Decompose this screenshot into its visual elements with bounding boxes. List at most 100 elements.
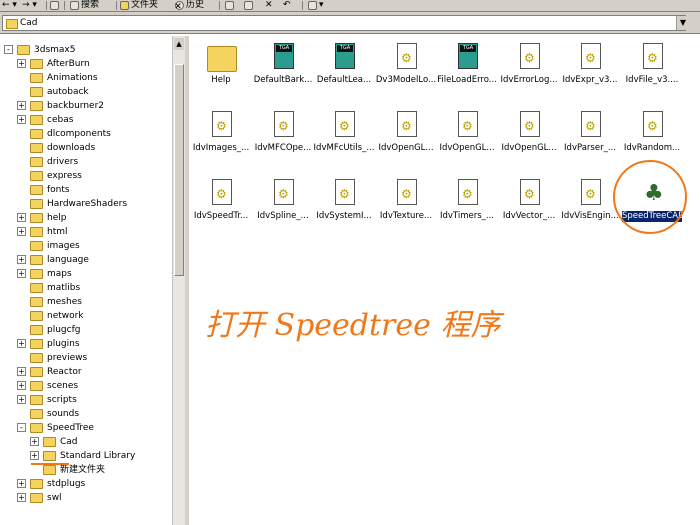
file-item[interactable]: ⚙ IdvParser_... bbox=[558, 108, 622, 170]
folder-icon bbox=[30, 73, 43, 83]
tree-item-label: SpeedTree bbox=[47, 423, 94, 433]
file-item[interactable]: Help bbox=[189, 40, 253, 102]
delete-button[interactable]: ✕ bbox=[265, 0, 273, 11]
tree-item-label: Standard Library bbox=[60, 451, 136, 461]
tree-item[interactable]: autoback bbox=[0, 85, 172, 99]
file-item[interactable]: ⚙ IdvErrorLog... bbox=[497, 40, 561, 102]
tree-item[interactable]: previews bbox=[0, 351, 172, 365]
tree-item[interactable]: express bbox=[0, 169, 172, 183]
tree-item[interactable]: + Cad bbox=[0, 435, 172, 449]
collapse-icon[interactable]: - bbox=[4, 45, 13, 54]
tree-pane-header: ✕ bbox=[0, 0, 185, 15]
tree-item[interactable]: network bbox=[0, 309, 172, 323]
tree-scrollbar[interactable]: ▲ bbox=[172, 36, 185, 525]
file-item[interactable]: ⚙ IdvSpeedTr... bbox=[189, 176, 253, 238]
tree-item[interactable]: + help bbox=[0, 211, 172, 225]
tree-item[interactable]: + stdplugs bbox=[0, 477, 172, 491]
tree-item[interactable]: drivers bbox=[0, 155, 172, 169]
tree-item-label: html bbox=[47, 227, 68, 237]
file-item[interactable]: ⚙ IdvSystemI... bbox=[312, 176, 376, 238]
tree-item[interactable]: fonts bbox=[0, 183, 172, 197]
dll-file-icon: ⚙ bbox=[332, 179, 358, 209]
tree-item[interactable]: dlcomponents bbox=[0, 127, 172, 141]
file-item[interactable]: TGA DefaultLea... bbox=[312, 40, 376, 102]
expand-icon[interactable]: + bbox=[17, 395, 26, 404]
views-button[interactable]: ▾ bbox=[308, 0, 324, 11]
expand-icon[interactable]: + bbox=[30, 451, 39, 460]
file-item[interactable]: ⚙ Dv3ModelLo... bbox=[374, 40, 438, 102]
expand-icon[interactable]: + bbox=[17, 269, 26, 278]
undo-button[interactable]: ↶ bbox=[283, 0, 291, 11]
file-item[interactable]: ⚙ IdvImages_... bbox=[189, 108, 253, 170]
address-field[interactable]: Cad ▼ bbox=[2, 15, 689, 31]
tree-item-label: plugcfg bbox=[47, 325, 81, 335]
file-item[interactable]: TGA FileLoadErro... bbox=[435, 40, 499, 102]
expand-icon[interactable]: + bbox=[17, 101, 26, 110]
tree-item-label: autoback bbox=[47, 87, 89, 97]
file-item[interactable]: ⚙ IdvSpline_... bbox=[251, 176, 315, 238]
file-item[interactable]: ⚙ IdvOpenGL... bbox=[435, 108, 499, 170]
tree-item[interactable]: + AfterBurn bbox=[0, 57, 172, 71]
file-item[interactable]: ⚙ IdvFile_v3.... bbox=[620, 40, 684, 102]
expand-icon[interactable]: + bbox=[30, 437, 39, 446]
expand-icon[interactable]: + bbox=[17, 115, 26, 124]
file-item[interactable]: ⚙ IdvExpr_v3... bbox=[558, 40, 622, 102]
expand-icon[interactable]: + bbox=[17, 227, 26, 236]
tree-item[interactable]: Animations bbox=[0, 71, 172, 85]
expand-icon[interactable]: + bbox=[17, 339, 26, 348]
expand-icon[interactable]: + bbox=[17, 59, 26, 68]
collapse-icon[interactable]: - bbox=[17, 423, 26, 432]
tree-item[interactable]: - SpeedTree bbox=[0, 421, 172, 435]
tree-item[interactable]: + html bbox=[0, 225, 172, 239]
tree-item[interactable]: downloads bbox=[0, 141, 172, 155]
file-item[interactable]: ⚙ IdvMFCOpe... bbox=[251, 108, 315, 170]
expand-icon[interactable]: + bbox=[17, 381, 26, 390]
move-to-button[interactable] bbox=[225, 0, 236, 11]
tree-item[interactable]: - 3dsmax5 bbox=[0, 43, 172, 57]
scroll-thumb[interactable] bbox=[174, 64, 184, 276]
file-item[interactable]: ⚙ IdvTexture... bbox=[374, 176, 438, 238]
tree-item[interactable]: + swl bbox=[0, 491, 172, 505]
address-dropdown-button[interactable]: ▼ bbox=[676, 16, 689, 30]
folder-icon bbox=[30, 157, 43, 167]
file-item[interactable]: ⚙ IdvVisEngin... bbox=[558, 176, 622, 238]
file-name: Help bbox=[211, 75, 231, 85]
folder-icon bbox=[30, 185, 43, 195]
tree-item[interactable]: + plugins bbox=[0, 337, 172, 351]
tree-item[interactable]: HardwareShaders bbox=[0, 197, 172, 211]
tree-item[interactable]: images bbox=[0, 239, 172, 253]
tree-item[interactable]: + Standard Library bbox=[0, 449, 172, 463]
expand-icon[interactable]: + bbox=[17, 255, 26, 264]
expand-icon[interactable]: + bbox=[17, 479, 26, 488]
expand-icon[interactable]: + bbox=[17, 493, 26, 502]
tree-item[interactable]: sounds bbox=[0, 407, 172, 421]
annotation-circle bbox=[613, 160, 687, 234]
file-item[interactable]: ⚙ IdvTimers_... bbox=[435, 176, 499, 238]
file-item[interactable]: ⚙ IdvVector_... bbox=[497, 176, 561, 238]
tree-item[interactable]: + cebas bbox=[0, 113, 172, 127]
close-pane-button[interactable]: ✕ bbox=[173, 2, 183, 12]
tree-item[interactable]: + maps bbox=[0, 267, 172, 281]
dll-file-icon: ⚙ bbox=[394, 179, 420, 209]
file-item[interactable]: ⚙ IdvMFcUtils_... bbox=[312, 108, 376, 170]
file-item[interactable]: ⚙ IdvOpenGL... bbox=[497, 108, 561, 170]
scroll-up-icon[interactable]: ▲ bbox=[174, 38, 184, 50]
tree-item[interactable]: matlibs bbox=[0, 281, 172, 295]
file-item[interactable]: TGA DefaultBark... bbox=[251, 40, 315, 102]
tree-item[interactable]: + language bbox=[0, 253, 172, 267]
tree-item[interactable]: + scenes bbox=[0, 379, 172, 393]
tree-item[interactable]: 新建文件夹 bbox=[0, 463, 172, 477]
tree-item[interactable]: + backburner2 bbox=[0, 99, 172, 113]
folder-icon bbox=[30, 325, 43, 335]
tree-item[interactable]: + Reactor bbox=[0, 365, 172, 379]
folder-icon bbox=[43, 451, 56, 461]
expand-icon[interactable]: + bbox=[17, 367, 26, 376]
expand-icon[interactable]: + bbox=[17, 213, 26, 222]
tree-item[interactable]: plugcfg bbox=[0, 323, 172, 337]
file-name: DefaultBark... bbox=[253, 75, 313, 85]
copy-to-button[interactable] bbox=[244, 0, 255, 11]
tree-item[interactable]: + scripts bbox=[0, 393, 172, 407]
tree-item[interactable]: meshes bbox=[0, 295, 172, 309]
folder-icon bbox=[30, 143, 43, 153]
file-item[interactable]: ⚙ IdvOpenGL... bbox=[374, 108, 438, 170]
